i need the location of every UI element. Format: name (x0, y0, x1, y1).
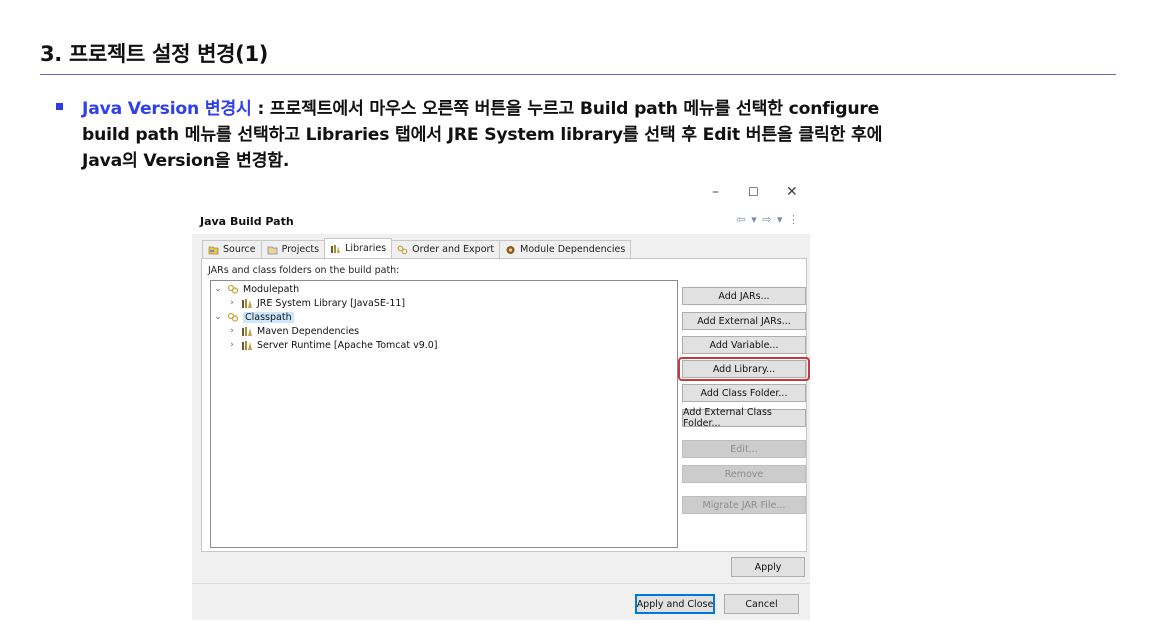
tree-label-jre: JRE System Library [JavaSE-11] (257, 297, 406, 309)
chevron-right-icon[interactable]: › (227, 340, 237, 350)
add-jars-button[interactable]: Add JARs... (682, 287, 806, 305)
order-export-icon (397, 245, 408, 254)
library-icon (242, 340, 252, 350)
dialog-title: Java Build Path (200, 215, 294, 228)
tree-label-maven: Maven Dependencies (257, 325, 360, 337)
tree-item-classpath[interactable]: ⌄ Classpath (213, 310, 294, 324)
tree-item-modulepath[interactable]: ⌄ Modulepath (213, 282, 299, 296)
minimize-button[interactable]: – (712, 184, 719, 200)
maximize-button[interactable]: ☐ (748, 185, 759, 199)
bullet-line-1: : 프로젝트에서 마우스 오른쪽 버튼을 누르고 Build path 메뉴를 … (251, 99, 880, 119)
library-icon (242, 326, 252, 336)
tab-libraries-label: Libraries (345, 243, 387, 254)
projects-icon (267, 246, 278, 254)
tab-module-dependencies[interactable]: Module Dependencies (499, 240, 632, 258)
chevron-down-icon[interactable]: ⌄ (213, 284, 223, 294)
migrate-jar-button[interactable]: Migrate JAR File... (682, 496, 806, 514)
bullet-text: Java Version 변경시 : 프로젝트에서 마우스 오른쪽 버튼을 누르… (82, 96, 1096, 174)
classpath-container-icon (227, 284, 239, 294)
tab-projects-label: Projects (281, 244, 320, 255)
tree-label-classpath: Classpath (243, 311, 294, 323)
add-variable-button[interactable]: Add Variable... (682, 336, 806, 354)
tab-libraries[interactable]: Libraries (324, 238, 393, 258)
tab-bar: Source Projects Libraries Order and Expo… (202, 238, 632, 258)
tree-item-jre[interactable]: › JRE System Library [JavaSE-11] (227, 296, 405, 310)
apply-and-close-button[interactable]: Apply and Close (635, 594, 715, 614)
tree-item-maven[interactable]: › Maven Dependencies (227, 324, 359, 338)
tree-label-server-runtime: Server Runtime [Apache Tomcat v9.0] (257, 339, 438, 351)
chevron-right-icon[interactable]: › (227, 326, 237, 336)
add-external-class-folder-button[interactable]: Add External Class Folder... (682, 407, 806, 429)
cancel-button[interactable]: Cancel (724, 594, 799, 614)
tab-order-export-label: Order and Export (412, 244, 495, 255)
add-external-jars-button[interactable]: Add External JARs... (682, 312, 806, 330)
source-folder-icon (208, 246, 219, 254)
bullet-block: Java Version 변경시 : 프로젝트에서 마우스 오른쪽 버튼을 누르… (56, 96, 1096, 174)
remove-button[interactable]: Remove (682, 465, 806, 483)
slide-title: 3. 프로젝트 설정 변경(1) (40, 42, 269, 66)
library-icon (242, 298, 252, 308)
module-icon (506, 245, 515, 254)
tab-projects[interactable]: Projects (260, 240, 326, 258)
add-class-folder-button[interactable]: Add Class Folder... (682, 384, 806, 402)
chevron-right-icon[interactable]: › (227, 298, 237, 308)
tree-label-modulepath: Modulepath (243, 283, 300, 295)
panel-label: JARs and class folders on the build path… (208, 265, 400, 276)
build-path-tree[interactable]: ⌄ Modulepath › JRE System Library [JavaS… (210, 280, 678, 548)
libraries-panel: JARs and class folders on the build path… (201, 258, 810, 552)
bullet-line-3: Java의 Version을 변경함. (82, 151, 290, 171)
close-button[interactable]: ✕ (786, 184, 798, 200)
tree-item-server-runtime[interactable]: › Server Runtime [Apache Tomcat v9.0] (227, 338, 438, 352)
java-build-path-dialog: Java Build Path ⇦ ▾ ⇨ ▾ ⋮ Source Project… (192, 207, 810, 620)
title-divider (40, 74, 1116, 75)
tab-module-dependencies-label: Module Dependencies (520, 244, 626, 255)
tab-source[interactable]: Source (202, 240, 262, 258)
chevron-down-icon[interactable]: ⌄ (213, 312, 223, 322)
add-library-button[interactable]: Add Library... (682, 360, 806, 378)
apply-button[interactable]: Apply (731, 557, 805, 577)
bullet-emphasis: Java Version 변경시 (82, 99, 252, 119)
edit-button[interactable]: Edit... (682, 440, 806, 458)
bullet-line-2: build path 메뉴를 선택하고 Libraries 탭에서 JRE Sy… (82, 125, 883, 145)
footer-divider (192, 583, 810, 584)
classpath-container-icon (227, 312, 239, 322)
bullet-marker (56, 103, 63, 110)
nav-arrows-icon[interactable]: ⇦ ▾ ⇨ ▾ ⋮ (737, 213, 800, 226)
dialog-header: Java Build Path ⇦ ▾ ⇨ ▾ ⋮ (192, 207, 810, 234)
tab-order-export[interactable]: Order and Export (391, 240, 501, 258)
tab-source-label: Source (223, 244, 256, 255)
library-icon (331, 244, 341, 253)
